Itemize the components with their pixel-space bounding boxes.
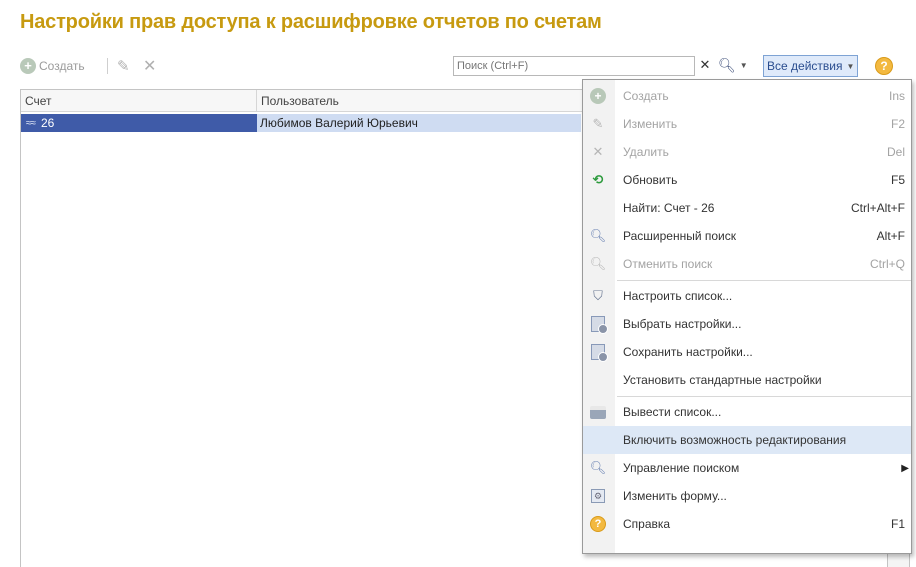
account-icon: ≈≈ — [26, 117, 36, 129]
menu-item-shortcut: Alt+F — [876, 229, 905, 243]
user-cell[interactable]: Любимов Валерий Юрьевич — [257, 114, 581, 132]
menu-separator — [617, 280, 911, 281]
menu-item-default-settings[interactable]: Установить стандартные настройки — [583, 366, 911, 394]
menu-item-label: Справка — [623, 517, 671, 531]
menu-item-edit[interactable]: ✎ Изменить F2 — [583, 110, 911, 138]
all-actions-label: Все действия — [767, 59, 843, 73]
all-actions-button[interactable]: Все действия ▼ — [763, 55, 859, 77]
menu-item-label: Обновить — [623, 173, 678, 187]
toolbar: + Создать ✎ ✕ ✕ 🔍︎ ▼ Все действия ▼ ? — [20, 55, 910, 77]
menu-item-shortcut: Ctrl+Q — [869, 257, 905, 271]
menu-item-label: Отменить поиск — [623, 257, 713, 271]
chevron-down-icon: ▼ — [739, 61, 748, 70]
menu-item-label: Выбрать настройки... — [623, 317, 742, 331]
menu-item-label: Управление поиском — [623, 461, 740, 475]
menu-item-change-form[interactable]: ⚙ Изменить форму... — [583, 482, 911, 510]
menu-item-enable-editing[interactable]: Включить возможность редактирования — [583, 426, 911, 454]
clear-search-button[interactable]: ✕ — [698, 58, 712, 72]
search-button[interactable]: 🔍︎ ▼ — [718, 57, 748, 74]
column-header-account[interactable]: Счет — [21, 90, 257, 112]
save-settings-icon — [591, 344, 608, 362]
menu-item-label: Вывести список... — [623, 405, 722, 419]
print-icon — [590, 405, 606, 419]
load-settings-icon — [591, 316, 608, 334]
column-header-user[interactable]: Пользователь — [257, 90, 597, 112]
menu-item-create[interactable]: + Создать Ins — [583, 82, 911, 110]
menu-item-shortcut: Ctrl+Alt+F — [850, 201, 905, 215]
close-icon: ✕ — [699, 57, 711, 72]
menu-item-choose-settings[interactable]: Выбрать настройки... — [583, 310, 911, 338]
menu-item-configure-list[interactable]: ⛉ Настроить список... — [583, 282, 911, 310]
edit-button[interactable]: ✎ — [117, 55, 130, 77]
delete-x-icon: ✕ — [592, 144, 604, 159]
search-control-icon: 🔍︎ — [589, 460, 607, 475]
chevron-down-icon: ▼ — [846, 61, 855, 71]
table-row[interactable]: ≈≈ 26 Любимов Валерий Юрьевич — [21, 114, 581, 132]
menu-item-label: Сохранить настройки... — [623, 345, 753, 359]
plus-circle-icon: + — [20, 58, 36, 74]
create-button[interactable]: + Создать — [20, 55, 85, 77]
menu-item-label: Создать — [623, 89, 669, 103]
help-icon: ? — [880, 59, 888, 73]
create-button-label: Создать — [39, 59, 85, 73]
delete-x-icon: ✕ — [143, 58, 157, 75]
menu-item-cancel-search[interactable]: 🔍︎ Отменить поиск Ctrl+Q — [583, 250, 911, 278]
menu-item-find-account[interactable]: Найти: Счет - 26 Ctrl+Alt+F — [583, 194, 911, 222]
filter-icon: ⛉ — [593, 288, 603, 303]
menu-item-output-list[interactable]: Вывести список... — [583, 398, 911, 426]
toolbar-separator — [107, 58, 108, 74]
help-button[interactable]: ? — [875, 57, 893, 75]
menu-item-help[interactable]: ? Справка F1 — [583, 510, 911, 538]
form-icon: ⚙ — [591, 489, 605, 503]
menu-item-advanced-search[interactable]: 🔍︎ Расширенный поиск Alt+F — [583, 222, 911, 250]
pencil-icon: ✎ — [592, 116, 604, 131]
menu-item-label: Включить возможность редактирования — [623, 433, 847, 447]
search-field[interactable] — [453, 56, 695, 76]
page-title: Настройки прав доступа к расшифровке отч… — [20, 11, 602, 33]
cancel-search-icon: 🔍︎ — [589, 256, 607, 271]
menu-separator — [617, 396, 911, 397]
plus-circle-icon: + — [590, 88, 606, 104]
menu-item-search-control[interactable]: 🔍︎ Управление поиском ▶ — [583, 454, 911, 482]
menu-item-label: Расширенный поиск — [623, 229, 736, 243]
menu-item-shortcut: F2 — [890, 117, 905, 131]
menu-item-shortcut: Ins — [888, 89, 905, 103]
menu-item-label: Настроить список... — [623, 289, 733, 303]
menu-item-shortcut: Del — [886, 145, 905, 159]
menu-item-delete[interactable]: ✕ Удалить Del — [583, 138, 911, 166]
menu-item-shortcut: F5 — [890, 173, 905, 187]
menu-item-label: Изменить форму... — [623, 489, 727, 503]
submenu-arrow-icon: ▶ — [901, 462, 909, 474]
menu-item-refresh[interactable]: ⟲ Обновить F5 — [583, 166, 911, 194]
all-actions-menu: + Создать Ins ✎ Изменить F2 ✕ Удалить De… — [582, 79, 912, 554]
search-input[interactable] — [454, 57, 684, 75]
account-value: 26 — [40, 116, 55, 130]
menu-item-label: Установить стандартные настройки — [623, 373, 822, 387]
menu-item-label: Удалить — [623, 145, 669, 159]
delete-button[interactable]: ✕ — [143, 55, 156, 77]
magnifier-icon: 🔍︎ — [589, 228, 607, 243]
menu-item-label: Изменить — [623, 117, 678, 131]
search-icon: 🔍︎ — [718, 57, 736, 73]
menu-item-label: Найти: Счет - 26 — [623, 201, 715, 215]
account-cell[interactable]: ≈≈ 26 — [21, 114, 257, 132]
menu-item-save-settings[interactable]: Сохранить настройки... — [583, 338, 911, 366]
pencil-icon: ✎ — [117, 58, 130, 75]
menu-item-shortcut: F1 — [890, 517, 905, 531]
refresh-icon: ⟲ — [592, 172, 604, 187]
help-icon: ? — [590, 516, 606, 532]
